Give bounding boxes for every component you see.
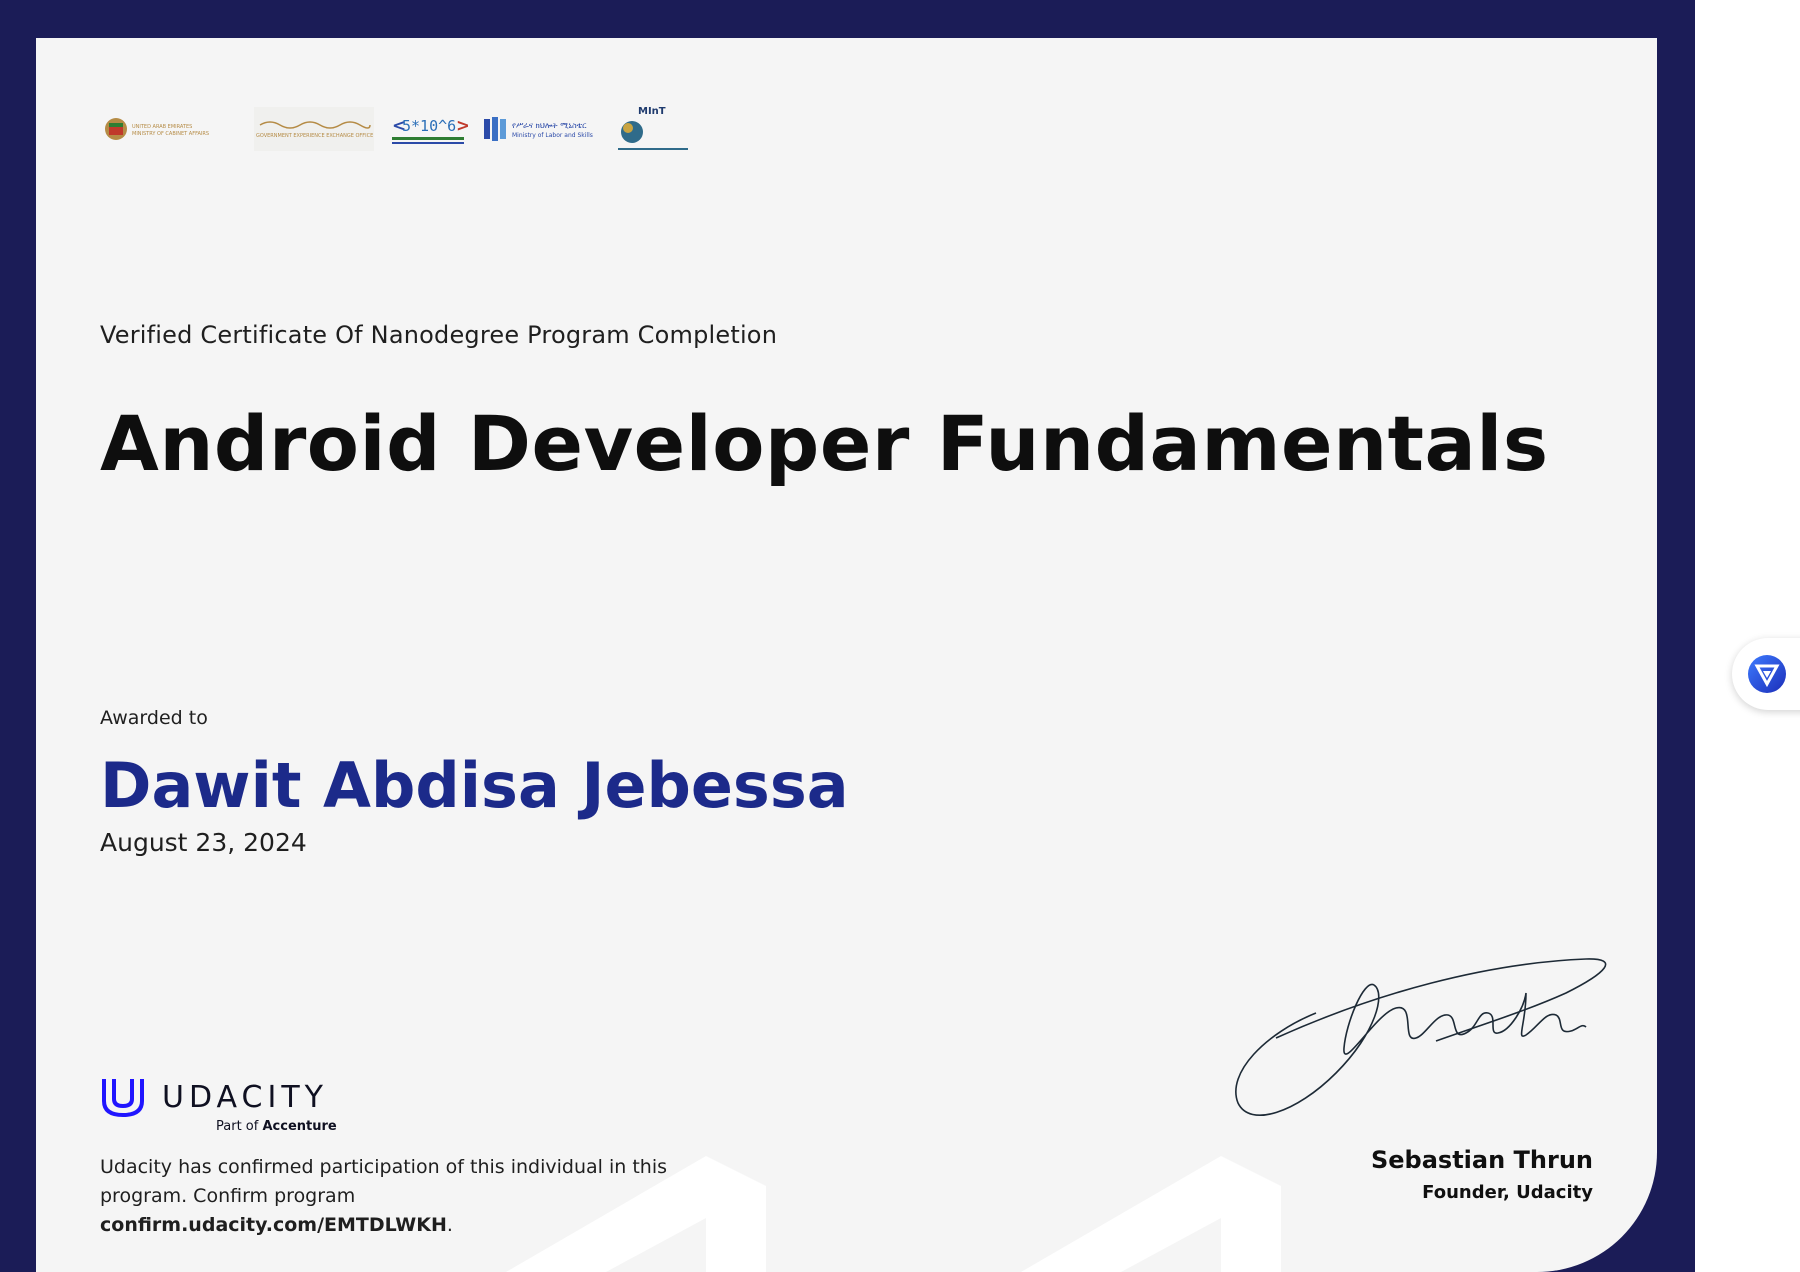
- svg-text:>: >: [456, 116, 468, 136]
- ministry-labor-logo: የሥራና ክህሎት ሚኒስቴር Ministry of Labor and Sk…: [482, 107, 602, 151]
- svg-text:5*10^6: 5*10^6: [402, 117, 456, 135]
- confirmation-statement: Udacity has confirmed participation of t…: [100, 1156, 667, 1207]
- program-title: Android Developer Fundamentals: [100, 399, 1549, 488]
- partner-logos: UNITED ARAB EMIRATES MINISTRY OF CABINET…: [100, 104, 696, 154]
- svg-text:MINISTRY OF CABINET AFFAIRS: MINISTRY OF CABINET AFFAIRS: [132, 131, 209, 137]
- svg-text:የሥራና ክህሎት ሚኒስቴር: የሥራና ክህሎት ሚኒስቴር: [512, 121, 587, 130]
- signatory-name: Sebastian Thrun: [1370, 1146, 1593, 1174]
- completion-date: August 23, 2024: [100, 828, 307, 857]
- mint-logo: MInT: [616, 104, 696, 154]
- vpn-shield-icon: [1748, 655, 1786, 693]
- svg-text:Ministry of Labor and Skills: Ministry of Labor and Skills: [512, 132, 593, 139]
- confirmation-text: Udacity has confirmed participation of t…: [100, 1153, 700, 1240]
- svg-text:GOVERNMENT EXPERIENCE EXCHANGE: GOVERNMENT EXPERIENCE EXCHANGE OFFICE: [256, 133, 373, 139]
- brand-subline: Part of Accenture: [216, 1119, 337, 1134]
- certificate-frame: UNITED ARAB EMIRATES MINISTRY OF CABINET…: [0, 0, 1695, 1272]
- svg-text:MInT: MInT: [638, 106, 666, 117]
- gov-exchange-logo: GOVERNMENT EXPERIENCE EXCHANGE OFFICE: [254, 107, 374, 151]
- signatory-role: Founder, Udacity: [1422, 1182, 1593, 1203]
- uae-emblem-logo: UNITED ARAB EMIRATES MINISTRY OF CABINET…: [100, 107, 240, 151]
- confirmation-link[interactable]: confirm.udacity.com/EMTDLWKH: [100, 1214, 447, 1236]
- signature-image: [1235, 958, 1607, 1117]
- udacity-wordmark: UDACITY: [162, 1079, 328, 1115]
- brand-sub-prefix: Part of: [216, 1119, 259, 1134]
- extension-tab[interactable]: [1732, 638, 1800, 710]
- udacity-branding: UDACITY Part of Accenture: [100, 1075, 337, 1134]
- recipient-name: Dawit Abdisa Jebessa: [100, 749, 849, 822]
- awarded-label: Awarded to: [100, 707, 208, 729]
- udacity-u-icon: [102, 1079, 144, 1118]
- certificate-sheet: UNITED ARAB EMIRATES MINISTRY OF CABINET…: [36, 38, 1657, 1272]
- svg-text:UNITED ARAB EMIRATES: UNITED ARAB EMIRATES: [132, 124, 192, 130]
- confirmation-end: .: [446, 1214, 453, 1236]
- brand-sub-company: Accenture: [262, 1119, 337, 1134]
- certificate-subtitle: Verified Certificate Of Nanodegree Progr…: [100, 321, 778, 349]
- five-million-coders-logo: < 5*10^6 >: [388, 107, 468, 151]
